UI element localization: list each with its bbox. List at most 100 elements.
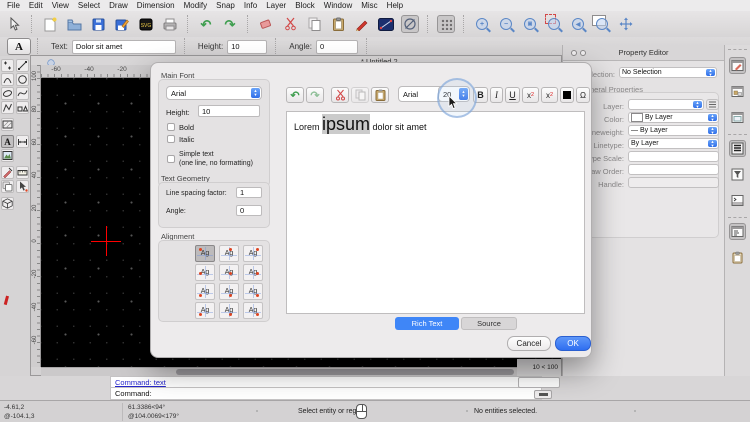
line-tool[interactable] — [16, 59, 29, 72]
panel-close-icon[interactable] — [571, 50, 577, 56]
rt-italic-button[interactable]: I — [490, 87, 503, 103]
align-base-left-button[interactable]: Ag — [195, 283, 215, 300]
menu-dimension[interactable]: Dimension — [137, 1, 175, 10]
zoom-auto-icon[interactable]: ▣ — [521, 15, 539, 33]
stepper-icon[interactable]: ▲▼ — [251, 88, 260, 98]
circle-tool[interactable] — [16, 73, 29, 86]
circle-slash-tool-icon[interactable] — [401, 15, 419, 33]
menu-edit[interactable]: Edit — [29, 1, 43, 10]
text-tool[interactable]: A — [1, 135, 14, 148]
paste-block-tool[interactable] — [1, 180, 14, 193]
zoom-window-icon[interactable] — [592, 15, 611, 33]
align-middle-left-button[interactable]: Ag — [195, 264, 215, 281]
ok-button[interactable]: OK — [555, 336, 591, 351]
menu-snap[interactable]: Snap — [216, 1, 235, 10]
panel-float-icon[interactable] — [580, 50, 586, 56]
linetype-scale-input[interactable] — [628, 151, 719, 162]
polyline-tool[interactable] — [1, 101, 14, 114]
align-bottom-right-button[interactable]: Ag — [243, 302, 263, 319]
align-top-right-button[interactable]: Ag — [243, 245, 263, 262]
menu-window[interactable]: Window — [324, 1, 352, 10]
menu-misc[interactable]: Misc — [361, 1, 377, 10]
pan-icon[interactable] — [617, 15, 635, 33]
grid-toggle-icon[interactable] — [437, 15, 455, 33]
stepper-icon[interactable]: ▲▼ — [706, 68, 715, 76]
rt-superscript-button[interactable]: x2 — [522, 87, 539, 103]
save-icon[interactable] — [89, 15, 107, 33]
blocks-window-icon[interactable] — [729, 83, 746, 100]
layer-list-icon[interactable] — [729, 140, 746, 157]
italic-checkbox[interactable] — [167, 135, 175, 143]
isometric-tool[interactable] — [1, 197, 14, 210]
copy-icon[interactable] — [305, 15, 323, 33]
stepper-icon[interactable]: ▲▼ — [708, 113, 717, 121]
matrix-input[interactable] — [518, 377, 560, 388]
redo-icon[interactable]: ↷ — [221, 15, 239, 33]
text-input[interactable]: Dolor sit amet — [71, 39, 176, 54]
scrollbar-thumb[interactable] — [176, 369, 514, 375]
simple-text-checkbox[interactable] — [167, 155, 175, 163]
eraser-icon[interactable] — [257, 15, 275, 33]
lineweight-combo[interactable]: — By Layer ▲ ▼ — [628, 125, 719, 136]
menu-file[interactable]: File — [7, 1, 20, 10]
draw-order-input[interactable] — [628, 164, 719, 175]
rt-paste-button[interactable] — [371, 87, 389, 103]
cancel-button[interactable]: Cancel — [507, 336, 551, 351]
align-base-center-button[interactable]: Ag — [219, 283, 239, 300]
color-combo[interactable]: By Layer ▲ ▼ — [628, 112, 719, 123]
rt-cut-button[interactable] — [331, 87, 349, 103]
points-tool[interactable] — [1, 59, 14, 72]
menu-view[interactable]: View — [52, 1, 69, 10]
stepper-icon[interactable]: ▲▼ — [708, 139, 717, 147]
edit-pencil-icon[interactable] — [353, 15, 371, 33]
modify-tool[interactable] — [1, 166, 14, 179]
new-file-icon[interactable] — [41, 15, 59, 33]
select-tool[interactable] — [16, 180, 29, 193]
zoom-previous-icon[interactable]: ◀ — [569, 15, 587, 33]
command-window-icon[interactable] — [729, 192, 746, 209]
clipboard-panel-icon[interactable] — [729, 249, 746, 266]
rt-underline-button[interactable]: U — [505, 87, 520, 103]
linetype-combo[interactable]: By Layer ▲ ▼ — [628, 138, 719, 149]
tab-rich-text[interactable]: Rich Text — [395, 317, 459, 330]
svg-export-icon[interactable]: SVG — [137, 15, 155, 33]
line-spacing-input[interactable]: 1 — [236, 187, 262, 198]
zoom-selection-icon[interactable] — [545, 14, 563, 33]
align-middle-right-button[interactable]: Ag — [243, 264, 263, 281]
paste-icon[interactable] — [329, 15, 347, 33]
align-top-center-button[interactable]: Ag — [219, 245, 239, 262]
hatch-tool[interactable] — [1, 118, 14, 131]
rt-color-button[interactable] — [560, 87, 574, 103]
menu-draw[interactable]: Draw — [109, 1, 128, 10]
horizontal-scrollbar[interactable] — [41, 367, 517, 376]
angle-input[interactable]: 0 — [315, 39, 358, 54]
selection-filter-icon[interactable] — [729, 166, 746, 183]
print-icon[interactable] — [161, 15, 179, 33]
menu-help[interactable]: Help — [387, 1, 403, 10]
rt-subscript-button[interactable]: x2 — [541, 87, 558, 103]
rich-text-editor[interactable]: Lorem ipsum dolor sit amet — [286, 111, 585, 314]
bold-checkbox[interactable] — [167, 123, 175, 131]
zoom-in-icon[interactable]: + — [473, 15, 491, 33]
menu-layer[interactable]: Layer — [266, 1, 286, 10]
save-as-icon[interactable] — [113, 15, 131, 33]
arc-tool[interactable] — [1, 73, 14, 86]
measure-tool[interactable] — [16, 166, 29, 179]
rt-redo-button[interactable]: ↷ — [306, 87, 324, 103]
align-top-left-button[interactable]: Ag — [195, 245, 215, 262]
rt-undo-button[interactable]: ↶ — [286, 87, 304, 103]
menu-select[interactable]: Select — [78, 1, 100, 10]
pointer-tool-icon[interactable] — [5, 15, 23, 33]
viewports-window-icon[interactable] — [729, 109, 746, 126]
image-tool[interactable] — [1, 149, 14, 162]
stepper-icon[interactable]: ▲▼ — [693, 100, 702, 108]
dimension-tool[interactable] — [16, 135, 29, 148]
open-file-icon[interactable] — [65, 15, 83, 33]
height-input[interactable]: 10 — [227, 39, 268, 54]
align-middle-center-button[interactable]: Ag — [219, 264, 239, 281]
rt-special-char-button[interactable]: Ω — [576, 87, 590, 103]
font-height-input[interactable]: 10 — [198, 105, 260, 117]
stepper-icon[interactable]: ▲▼ — [708, 126, 717, 134]
ellipse-tool[interactable] — [1, 87, 14, 100]
align-base-right-button[interactable]: Ag — [243, 283, 263, 300]
